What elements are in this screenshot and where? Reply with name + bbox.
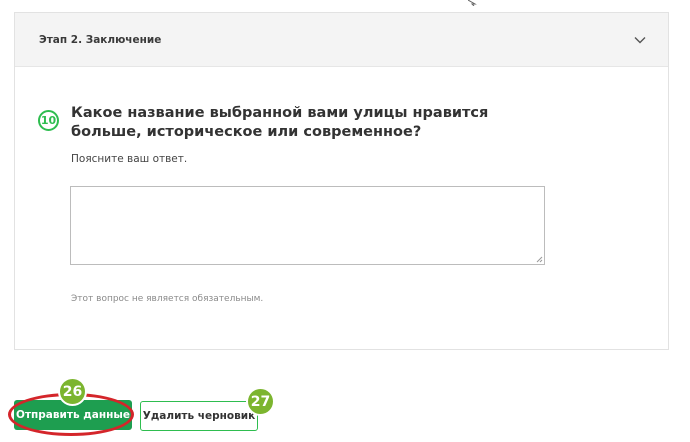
question-card: Этап 2. Заключение 10 Какое название выб…	[14, 12, 669, 350]
question-number: 10	[40, 114, 57, 127]
chevron-down-icon[interactable]	[634, 36, 646, 44]
resize-grip-icon[interactable]	[535, 255, 543, 263]
annotation-marker-draft: 27	[246, 387, 275, 416]
question-hint: Поясните ваш ответ.	[71, 153, 188, 165]
answer-textarea[interactable]	[70, 186, 545, 265]
delete-draft-button[interactable]: Удалить черновик	[140, 401, 258, 431]
question-title: Какое название выбранной вами улицы нрав…	[71, 105, 489, 140]
question-number-badge: 10	[38, 110, 59, 131]
section-header[interactable]: Этап 2. Заключение	[15, 13, 668, 67]
annotation-marker-submit: 26	[58, 377, 87, 406]
section-title: Этап 2. Заключение	[39, 33, 162, 46]
mouse-cursor-icon	[468, 0, 477, 6]
optional-note: Этот вопрос не является обязательным.	[71, 294, 264, 304]
